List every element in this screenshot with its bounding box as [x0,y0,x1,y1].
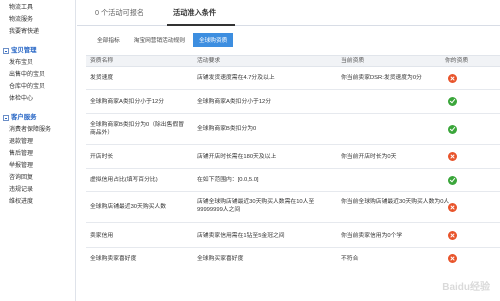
sidebar-item-publish[interactable]: 发布宝贝 [0,57,75,69]
header-current: 当前资质 [341,58,365,64]
tab-bar: 0 个活动可报名 活动准入条件 [77,0,500,26]
table-row: 全球购商家B类扣分为0（除出售假冒商品外） 全球购商家B类扣分为0 [86,114,500,145]
active-tab-indicator [167,24,235,26]
sidebar-item-violations[interactable]: 违规记录 [0,184,75,196]
sidebar-section-title: 宝贝管理 [11,47,37,54]
fail-icon [448,74,457,83]
table-row: 卖家信用 店铺卖家信用需在1钻至5金冠之间 你当前卖家信用为0个学 [86,223,500,248]
cell-name: 全球购商家A类扣分小于12分 [90,99,165,105]
sidebar-section-title: 客户服务 [11,114,37,121]
fail-icon [448,152,457,161]
sidebar-item-logistics-tools[interactable]: 物流工具 [0,2,75,14]
fail-icon [448,203,457,212]
header-yours: 你的资质 [445,58,469,64]
table-row: 全球购商家A类扣分小于12分 全球购商家A类扣分小于12分 [86,90,500,114]
cell-requirement: 店铺卖家信用需在1钻至5金冠之间 [197,233,285,239]
cell-current: 不符合 [341,256,359,262]
cell-requirement: 在如下范围内：[0.0,5.0] [197,177,259,183]
sidebar-item-report[interactable]: 举报管理 [0,160,75,172]
subtab-all-indicators[interactable]: 全部指标 [91,33,126,47]
subtab-global-qualification[interactable]: 全球购资质 [192,33,234,47]
sidebar-item-aftersale[interactable]: 售后管理 [0,148,75,160]
table-row: 全球购卖家喜好度 全球购买家喜好度 不符合 [86,248,500,270]
cell-current: 你当前全球购店铺最近30天购买人数为0人 [341,199,450,205]
subtab-bar: 全部指标 淘宝网营销活动规则 全球购资质 [91,33,234,47]
cell-name: 全球购卖家喜好度 [90,256,137,262]
cell-name: 全球购商家B类扣分为0（除出售假冒商品外） [90,122,185,136]
table-row: 发货速度 店铺发货速度需在4.7分及以上 你当前卖家DSR:发货速度为0分 [86,67,500,90]
collapse-icon[interactable] [3,114,9,121]
sidebar: 物流工具 物流服务 我要寄快递 宝贝管理 发布宝贝 出售中的宝贝 仓库中的宝贝 … [0,0,76,301]
cell-requirement: 店铺开店时长需在180天及以上 [197,154,277,160]
sidebar-item-logistics-service[interactable]: 物流服务 [0,14,75,26]
sidebar-item-send-express[interactable]: 我要寄快递 [0,26,75,38]
pass-icon [448,176,457,185]
sidebar-section-customer[interactable]: 客户服务 [0,111,75,124]
sidebar-item-warehouse[interactable]: 仓库中的宝贝 [0,81,75,93]
main-content: 0 个活动可报名 活动准入条件 全部指标 淘宝网营销活动规则 全球购资质 资质名… [77,0,500,301]
tab-activity-requirements[interactable]: 活动准入条件 [173,8,216,18]
cell-requirement: 全球购商家A类扣分小于12分 [197,99,272,105]
cell-requirement: 全球购买家喜好度 [197,256,244,262]
cell-name: 开店时长 [90,154,114,160]
sidebar-item-refund[interactable]: 退款管理 [0,136,75,148]
collapse-icon[interactable] [3,47,9,54]
table-row: 开店时长 店铺开店时长需在180天及以上 你当前开店时长为0天 [86,145,500,169]
subtab-taobao-rules[interactable]: 淘宝网营销活动规则 [127,33,191,47]
header-requirement: 活动要求 [197,58,221,64]
cell-requirement: 全球购商家B类扣分为0 [197,126,257,132]
cell-requirement: 店铺发货速度需在4.7分及以上 [197,75,275,81]
table-row: 虚拟信用占比(填写百分比) 在如下范围内：[0.0,5.0] [86,169,500,192]
cell-current: 你当前开店时长为0天 [341,154,397,160]
pass-icon [448,97,457,106]
cell-name: 发货速度 [90,75,114,81]
cell-current: 你当前卖家信用为0个学 [341,233,403,239]
sidebar-item-consumer-protection[interactable]: 消费者保障服务 [0,124,75,136]
sidebar-item-on-sale[interactable]: 出售中的宝贝 [0,69,75,81]
sidebar-item-rights[interactable]: 维权进度 [0,196,75,208]
cell-name: 全球购店铺最近30天购买人数 [90,204,167,210]
cell-current: 你当前卖家DSR:发货速度为0分 [341,75,422,81]
sidebar-section-goods[interactable]: 宝贝管理 [0,44,75,57]
cell-name: 卖家信用 [90,233,114,239]
fail-icon [448,254,457,263]
table-row: 全球购店铺最近30天购买人数 店铺全球购店铺最近30天购买人数需在10人至999… [86,192,500,223]
cell-requirement: 店铺全球购店铺最近30天购买人数需在10人至99999999人之间 [197,199,315,213]
fail-icon [448,231,457,240]
sidebar-item-checkup[interactable]: 体检中心 [0,93,75,105]
header-name: 资质名称 [90,58,114,64]
pass-icon [448,125,457,134]
sidebar-item-consult[interactable]: 咨询回复 [0,172,75,184]
tab-available-activities[interactable]: 0 个活动可报名 [95,8,144,18]
watermark: Baidu经验 [442,282,490,293]
cell-name: 虚拟信用占比(填写百分比) [90,177,158,183]
qualification-table: 资质名称 活动要求 当前资质 你的资质 发货速度 店铺发货速度需在4.7分及以上… [86,55,500,270]
table-header: 资质名称 活动要求 当前资质 你的资质 [86,55,500,67]
